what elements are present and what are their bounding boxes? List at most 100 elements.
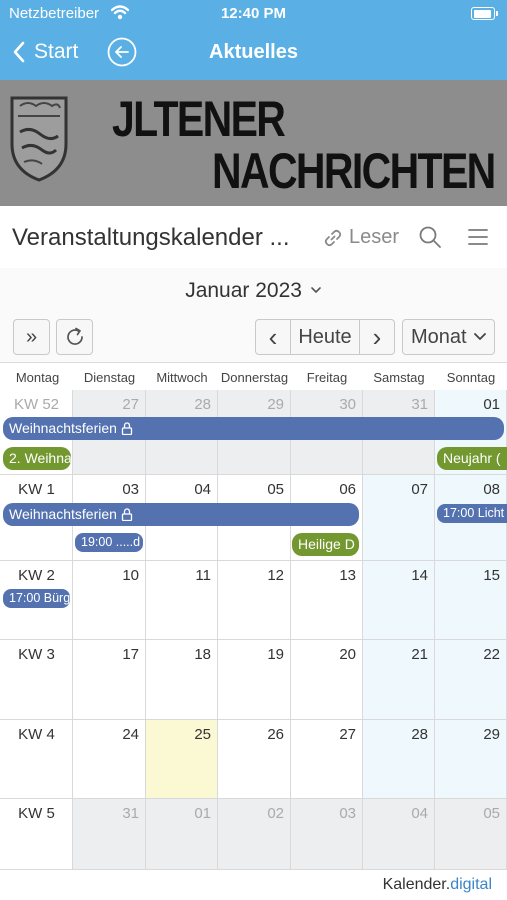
calendar-header: Veranstaltungskalender ... Leser [0, 206, 507, 269]
day-cell[interactable]: 24 [73, 720, 146, 799]
day-number: 25 [194, 726, 211, 743]
day-number: 05 [267, 481, 284, 498]
today-label: Heute [298, 325, 352, 348]
month-selector[interactable]: Januar 2023 [0, 279, 507, 303]
next-label: › [372, 322, 382, 352]
event-label: 17:00 Bürg [9, 591, 70, 605]
banner-line-1: JLTENER [112, 91, 286, 147]
event-heilige-drei-koenige[interactable]: Heilige D [292, 533, 359, 556]
event-2-weihnachtstag[interactable]: 2. Weihna [3, 447, 71, 470]
day-number: 03 [122, 481, 139, 498]
footer: Kalender.digital [0, 870, 507, 900]
weekday-label: Montag [15, 370, 60, 385]
day-cell[interactable]: 13 [291, 561, 363, 640]
chevron-down-icon [473, 333, 486, 340]
expand-label: » [25, 325, 38, 348]
day-cell[interactable]: 21 [363, 640, 435, 720]
day-cell[interactable]: 26 [218, 720, 291, 799]
event-label: 2. Weihna [9, 450, 71, 466]
day-number: 06 [339, 481, 356, 498]
weekday-label: Freitag [306, 370, 348, 385]
day-number: 26 [267, 726, 284, 743]
event-licht[interactable]: 17:00 Licht [437, 504, 507, 523]
day-cell[interactable]: 18 [146, 640, 218, 720]
coat-of-arms-icon [10, 96, 68, 182]
day-number: 11 [195, 567, 211, 584]
day-number: 29 [483, 726, 500, 743]
lock-icon [121, 422, 133, 435]
day-cell[interactable]: 25 [146, 720, 218, 799]
week-number-cell: KW 4 [0, 720, 73, 799]
day-cell[interactable]: 07 [363, 475, 435, 561]
weekday-label: Dienstag [83, 370, 136, 385]
day-cell[interactable]: 14 [363, 561, 435, 640]
newspaper-banner: JLTENER NACHRICHTEN [0, 80, 507, 206]
calendar-toolbar: » ‹ Heute › Monat [0, 312, 507, 362]
day-cell[interactable]: 28 [363, 720, 435, 799]
week-number: KW 3 [18, 646, 55, 663]
event-1900[interactable]: 19:00 .....d [75, 533, 143, 552]
day-cell[interactable]: 20 [291, 640, 363, 720]
day-number: 15 [483, 567, 500, 584]
day-number: 05 [483, 805, 500, 822]
search-icon[interactable] [418, 225, 442, 249]
week-number: KW 2 [18, 567, 55, 584]
reader-link[interactable]: Leser [323, 226, 399, 249]
reader-label: Leser [349, 226, 400, 248]
weekday-label: Donnerstag [220, 370, 289, 385]
day-cell[interactable]: 27 [291, 720, 363, 799]
day-cell[interactable]: 11 [146, 561, 218, 640]
event-neujahr[interactable]: Neujahr ( [437, 447, 507, 470]
week-number-cell: KW 5 [0, 799, 73, 870]
next-button[interactable]: › [359, 319, 395, 355]
brand-main: Kalender. [382, 876, 451, 893]
weekday-label: Mittwoch [156, 370, 208, 385]
day-cell[interactable]: 15 [435, 561, 507, 640]
day-cell[interactable]: 17 [73, 640, 146, 720]
day-cell[interactable]: 29 [435, 720, 507, 799]
day-number: 29 [267, 396, 284, 413]
battery-icon [471, 7, 498, 20]
view-select[interactable]: Monat [402, 319, 495, 355]
day-number: 04 [194, 481, 211, 498]
day-number: 31 [411, 396, 428, 413]
chevron-down-icon [310, 287, 321, 293]
day-number: 10 [122, 567, 139, 584]
prev-button[interactable]: ‹ [255, 319, 291, 355]
day-number: 20 [339, 646, 356, 663]
day-number: 02 [267, 805, 284, 822]
expand-button[interactable]: » [13, 319, 50, 355]
day-number: 30 [339, 396, 356, 413]
day-cell[interactable]: 10 [73, 561, 146, 640]
today-button[interactable]: Heute [290, 319, 360, 355]
day-number: 21 [411, 646, 428, 663]
day-number: 24 [122, 726, 139, 743]
day-cell[interactable]: 02 [218, 799, 291, 870]
day-cell[interactable]: 31 [73, 799, 146, 870]
day-cell[interactable]: 01 [146, 799, 218, 870]
day-cell[interactable]: 22 [435, 640, 507, 720]
day-number: 04 [411, 805, 428, 822]
day-number: 01 [194, 805, 211, 822]
day-cell[interactable]: 05 [435, 799, 507, 870]
view-label: Monat [411, 325, 467, 348]
day-number: 08 [483, 481, 500, 498]
event-weihnachtsferien[interactable]: Weihnachtsferien [3, 503, 359, 526]
day-cell[interactable]: 12 [218, 561, 291, 640]
event-buerger[interactable]: 17:00 Bürg [3, 589, 70, 608]
day-cell[interactable]: 03 [291, 799, 363, 870]
event-weihnachtsferien[interactable]: Weihnachtsferien [3, 417, 504, 440]
day-number: 14 [411, 567, 428, 584]
day-cell[interactable]: 19 [218, 640, 291, 720]
menu-icon[interactable] [467, 227, 489, 247]
refresh-button[interactable] [56, 319, 93, 355]
day-cell[interactable]: 04 [363, 799, 435, 870]
day-number: 27 [339, 726, 356, 743]
day-number: 03 [339, 805, 356, 822]
day-number: 17 [122, 646, 139, 663]
day-number: 12 [267, 567, 284, 584]
event-label: 19:00 .....d [81, 535, 141, 549]
day-number: 19 [267, 646, 284, 663]
event-label: Weihnachtsferien [9, 420, 117, 436]
brand-logo[interactable]: Kalender.digital [383, 876, 492, 894]
